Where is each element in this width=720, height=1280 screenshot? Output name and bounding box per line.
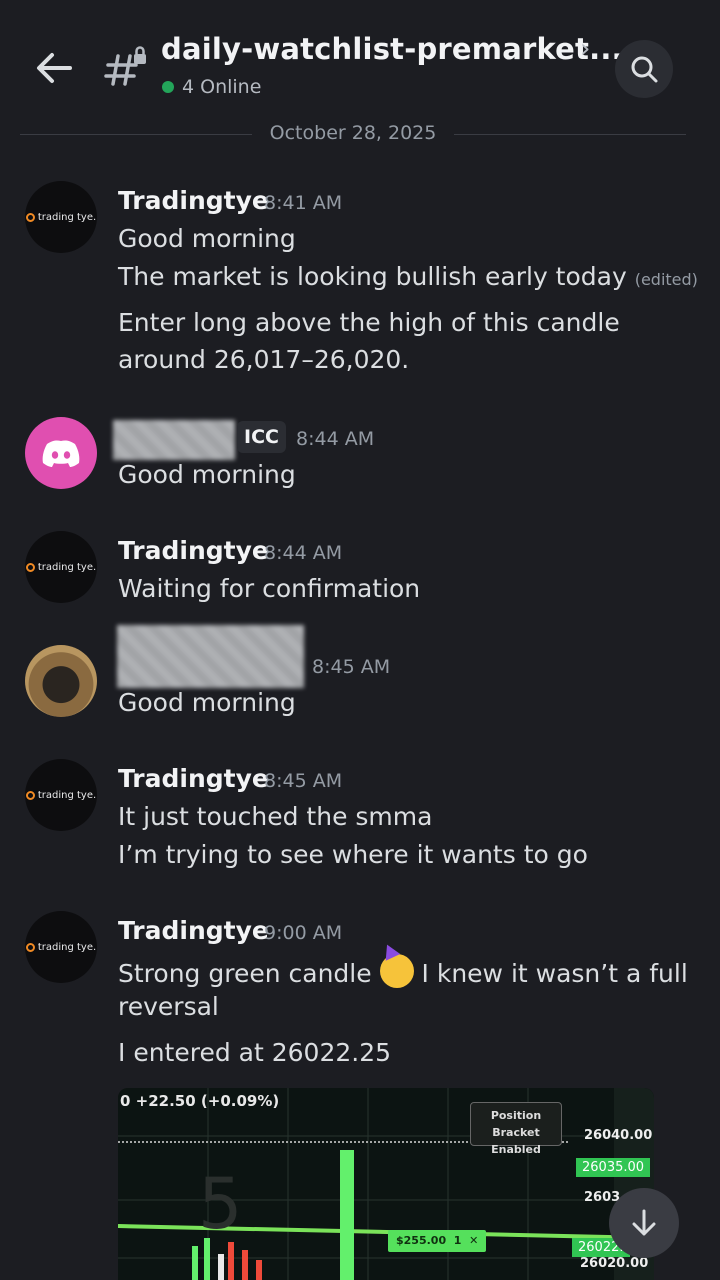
order-label: $255.00 1 ✕ [388,1230,487,1252]
trading-tye-logo: trading tye. [25,212,96,223]
message-text: It just touched the smma [118,802,433,831]
role-tag[interactable]: ICC [237,421,286,453]
image-attachment[interactable]: 5 ​0 +22.50 (+0.09%) Position Bracket En… [118,1088,654,1280]
online-dot-icon [162,81,174,93]
username[interactable]: Tradingtye [118,916,269,945]
message-time: 9:00 AM [264,922,343,944]
avatar[interactable]: trading tye. [25,911,97,983]
svg-text:5: 5 [198,1163,243,1245]
discord-logo-icon [42,440,80,467]
divider-date: October 28, 2025 [269,122,437,144]
price-change-label: ​0 +22.50 (+0.09%) [120,1092,280,1110]
message-time: 8:41 AM [264,192,343,214]
message-text: I entered at 26022.25 [118,1038,392,1067]
trading-tye-logo: trading tye. [25,942,96,953]
message-text: Good morning [118,688,296,717]
message-text: reversal [118,992,219,1021]
message-text: Waiting for confirmation [118,574,421,603]
search-button[interactable] [615,40,673,98]
divider-line [454,134,686,135]
arrow-left-icon [37,53,72,83]
search-icon [631,56,658,83]
message-text: Enter long above the high of this candle [118,308,620,337]
online-count: 4 Online [182,76,262,98]
price-label: 26020.00 [580,1256,649,1271]
message-time: 8:45 AM [264,770,343,792]
trading-tye-logo: trading tye. [25,562,96,573]
edited-label: (edited) [634,270,698,289]
message-text: Strong green candle I knew it wasn’t a f… [118,954,688,988]
position-bracket-badge: Position Bracket Enabled [470,1102,562,1156]
jump-to-bottom-button[interactable] [609,1188,679,1258]
avatar[interactable]: trading tye. [25,181,97,253]
message-text: I’m trying to see where it wants to go [118,840,588,869]
message-text: The market is looking bullish early toda… [118,262,698,291]
avatar[interactable] [25,645,97,717]
online-status: 4 Online [162,76,261,98]
username[interactable]: Tradingtye [118,764,269,793]
channel-header: daily-watchlist-premarket... › 4 Online [0,0,720,118]
date-divider: October 28, 2025 [20,122,686,148]
message-time: 8:45 AM [312,656,391,678]
avatar[interactable]: trading tye. [25,759,97,831]
username[interactable]: Tradingtye [118,186,269,215]
back-button[interactable] [30,48,76,88]
divider-line [20,134,252,135]
redacted-username [117,625,304,688]
price-label: 26035.00 [576,1158,651,1177]
partying-face-emoji-icon [379,954,414,988]
message-time: 8:44 AM [296,428,375,450]
arrow-down-icon [632,1209,656,1236]
avatar[interactable] [25,417,97,489]
avatar[interactable]: trading tye. [25,531,97,603]
trading-tye-logo: trading tye. [25,790,96,801]
message-text: around 26,017–26,020. [118,345,410,374]
message-text: Good morning [118,224,296,253]
chevron-right-icon[interactable]: › [580,34,590,64]
message-time: 8:44 AM [264,542,343,564]
channel-name[interactable]: daily-watchlist-premarket... [161,32,623,66]
message-text: Good morning [118,460,296,489]
username[interactable]: Tradingtye [118,536,269,565]
hashtag-lock-icon [104,44,150,90]
redacted-username [113,420,235,460]
price-label: 26040.00 [584,1128,653,1143]
